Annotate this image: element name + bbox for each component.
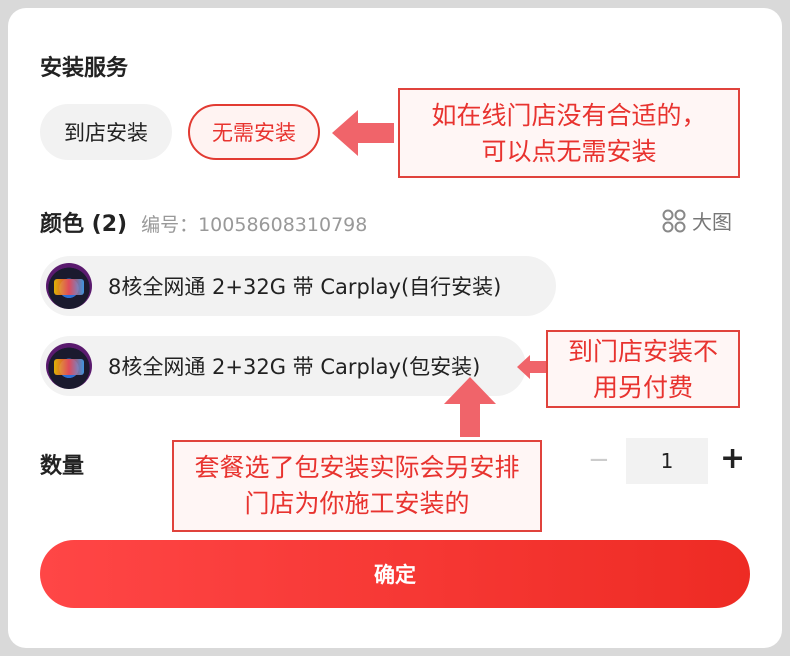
callout-arrow-small-left-icon — [517, 355, 547, 379]
quantity-title: 数量 — [40, 454, 85, 479]
quantity-input[interactable]: 1 — [626, 438, 708, 484]
color-option-label: 8核全网通 2+32G 带 Carplay(自行安装) — [108, 275, 502, 299]
annotation-no-install-note: 如在线门店没有合适的，可以点无需安装 — [398, 88, 740, 178]
callout-arrow-left-icon — [332, 110, 394, 156]
view-large-button[interactable]: 大图 — [662, 206, 732, 235]
annotation-store-install-note: 到门店安装不用另付费 — [546, 330, 740, 408]
install-service-title: 安装服务 — [40, 56, 129, 81]
spec-selection-panel: 安装服务 到店安装 无需安装 如在线门店没有合适的，可以点无需安装 颜色 (2)… — [8, 8, 782, 648]
quantity-increase-button[interactable]: + — [720, 444, 745, 474]
color-option-self-install[interactable]: 8核全网通 2+32G 带 Carplay(自行安装) — [40, 256, 556, 316]
color-option-label: 8核全网通 2+32G 带 Carplay(包安装) — [108, 355, 481, 379]
annotation-package-note: 套餐选了包安装实际会另安排门店为你施工安装的 — [172, 440, 542, 532]
color-header: 颜色 (2) 编号： 10058608310798 — [40, 206, 367, 238]
option-in-store-install[interactable]: 到店安装 — [40, 104, 172, 160]
option-no-install[interactable]: 无需安装 — [188, 104, 320, 160]
code-value: 10058608310798 — [198, 214, 368, 236]
grid-icon — [662, 209, 686, 232]
color-title: 颜色 (2) — [40, 212, 128, 237]
view-large-label: 大图 — [692, 210, 732, 234]
code-label: 编号： — [141, 214, 199, 236]
confirm-button[interactable]: 确定 — [40, 540, 750, 608]
product-thumbnail — [46, 343, 92, 389]
quantity-decrease-button[interactable]: − — [588, 446, 610, 474]
callout-arrow-up-icon — [444, 377, 496, 437]
product-thumbnail — [46, 263, 92, 309]
